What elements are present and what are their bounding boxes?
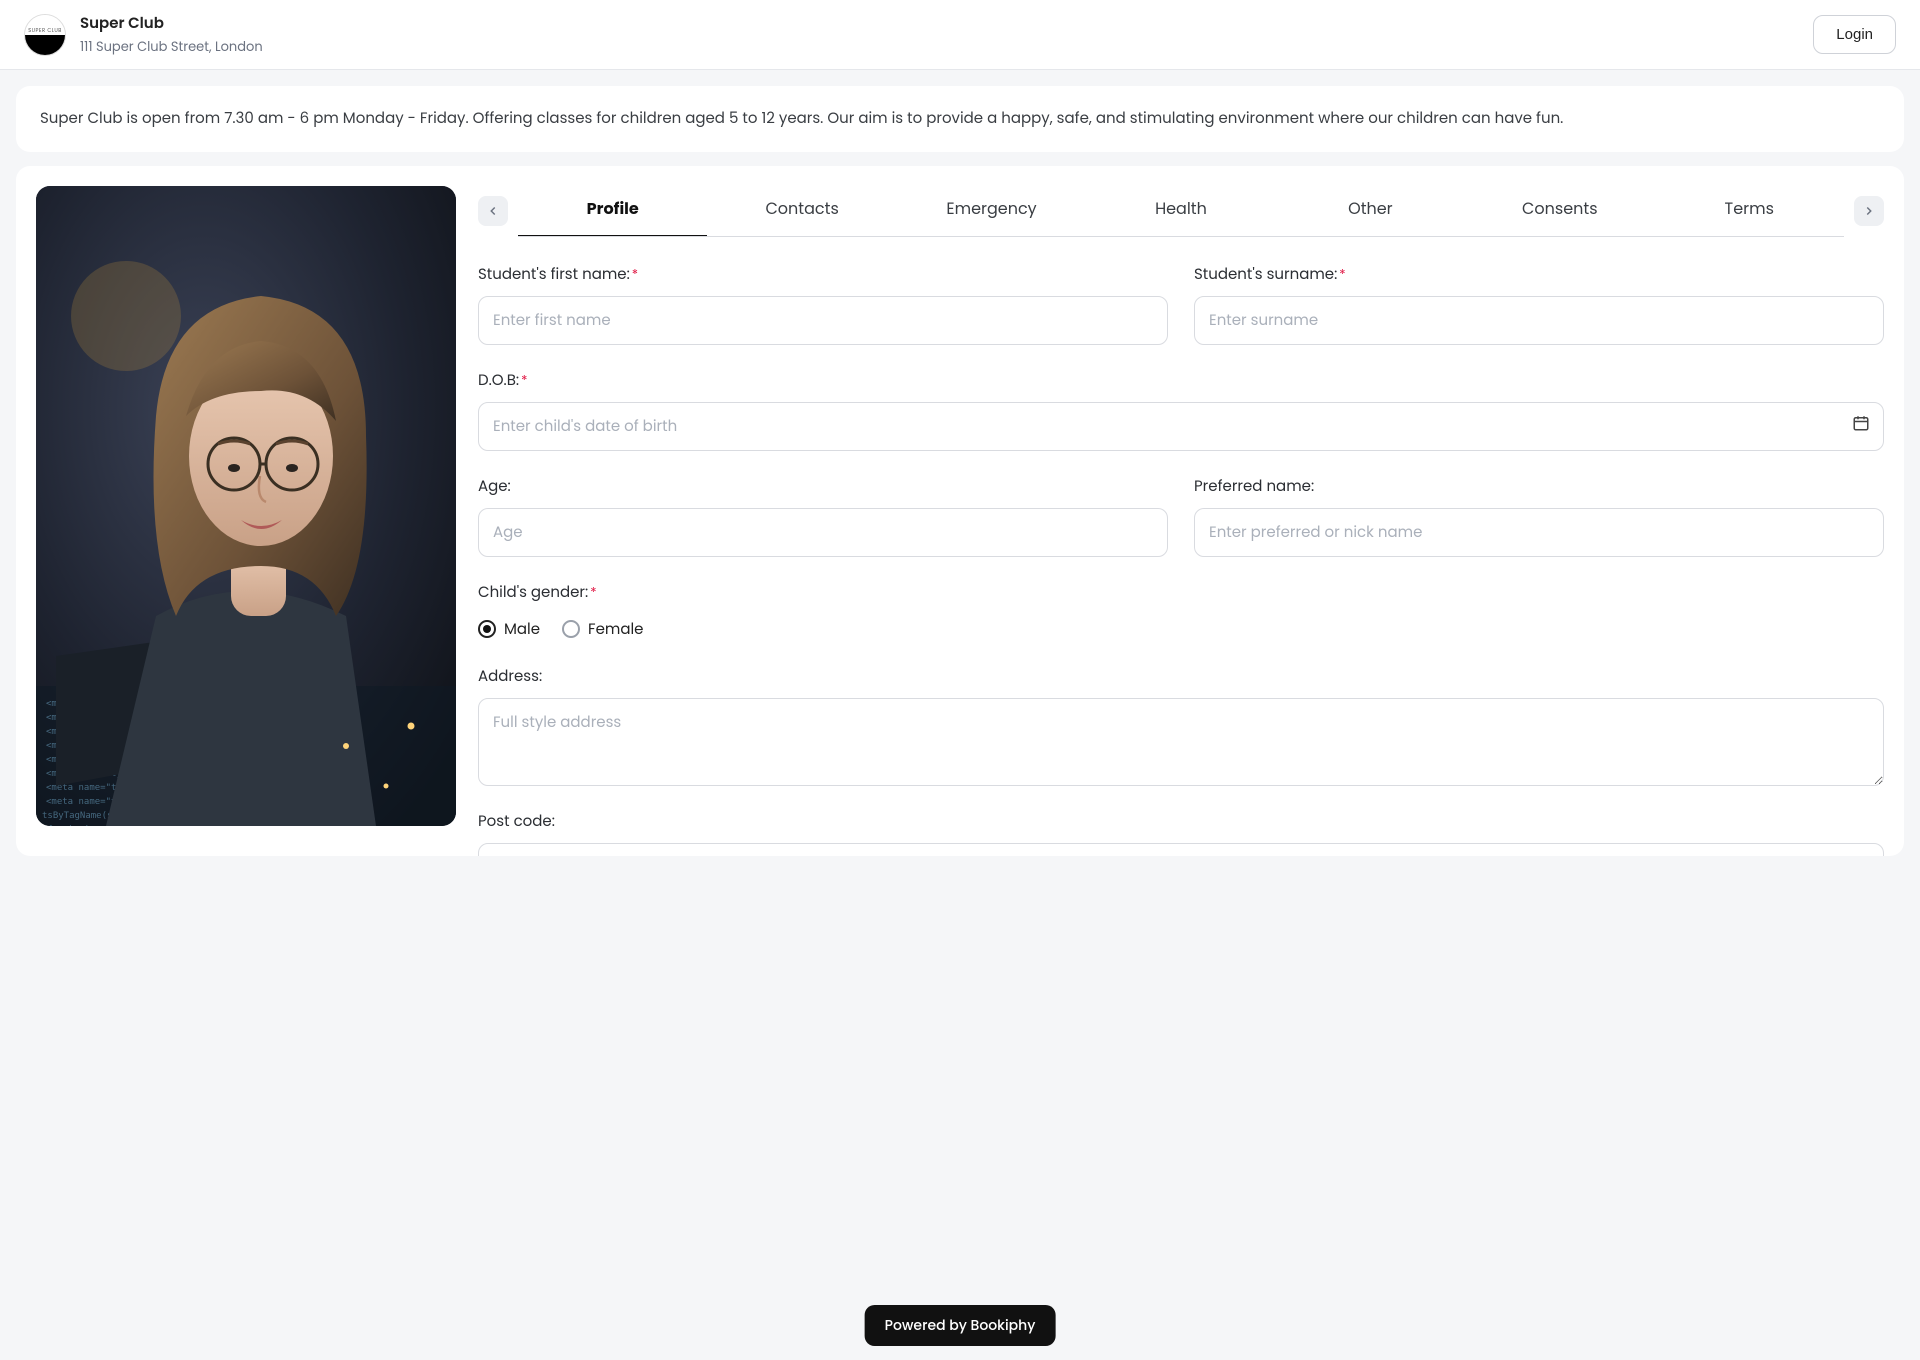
dob-input[interactable] — [478, 402, 1884, 451]
tabs-next-button[interactable] — [1854, 196, 1884, 226]
tab-consents[interactable]: Consents — [1465, 186, 1654, 236]
calendar-icon[interactable] — [1852, 414, 1870, 438]
tabs-wrap: Profile Contacts Emergency Health Other … — [478, 186, 1884, 237]
radio-male-label: Male — [504, 618, 540, 641]
student-photo: <meta property="fb:pages" content="49779… — [36, 186, 456, 826]
app-header: SUPER CLUB Super Club 111 Super Club Str… — [0, 0, 1920, 70]
required-mark: * — [632, 265, 638, 284]
tab-health[interactable]: Health — [1086, 186, 1275, 236]
label-preferred: Preferred name: — [1194, 475, 1884, 498]
tab-terms[interactable]: Terms — [1655, 186, 1844, 236]
postcode-input[interactable] — [478, 843, 1884, 856]
radio-female[interactable]: Female — [562, 618, 643, 641]
main-card: <meta property="fb:pages" content="49779… — [16, 166, 1904, 856]
field-surname: Student's surname:* — [1194, 263, 1884, 345]
form-area: Profile Contacts Emergency Health Other … — [478, 186, 1884, 836]
brand-logo: SUPER CLUB — [24, 14, 66, 56]
tab-profile[interactable]: Profile — [518, 186, 707, 237]
radio-male[interactable]: Male — [478, 618, 540, 641]
tab-contacts[interactable]: Contacts — [707, 186, 896, 236]
label-age: Age: — [478, 475, 1168, 498]
label-address: Address: — [478, 665, 1884, 688]
tab-other[interactable]: Other — [1276, 186, 1465, 236]
surname-input[interactable] — [1194, 296, 1884, 345]
info-text: Super Club is open from 7.30 am - 6 pm M… — [40, 108, 1563, 129]
age-input[interactable] — [478, 508, 1168, 557]
login-button[interactable]: Login — [1813, 15, 1896, 54]
chevron-left-icon — [486, 204, 500, 218]
brand-title: Super Club — [80, 12, 263, 35]
label-first-name: Student's first name:* — [478, 263, 1168, 286]
address-input[interactable] — [478, 698, 1884, 786]
label-gender: Child's gender:* — [478, 581, 1884, 604]
label-surname: Student's surname:* — [1194, 263, 1884, 286]
tabs-prev-button[interactable] — [478, 196, 508, 226]
field-postcode: Post code: — [478, 810, 1884, 856]
required-mark: * — [521, 371, 527, 390]
info-card: Super Club is open from 7.30 am - 6 pm M… — [16, 86, 1904, 152]
brand: SUPER CLUB Super Club 111 Super Club Str… — [24, 12, 263, 57]
tab-emergency[interactable]: Emergency — [897, 186, 1086, 236]
field-gender: Child's gender:* Male Female — [478, 581, 1884, 641]
radio-female-label: Female — [588, 618, 643, 641]
label-dob: D.O.B:* — [478, 369, 1884, 392]
profile-form: Student's first name:* Student's surname… — [478, 263, 1884, 856]
field-first-name: Student's first name:* — [478, 263, 1168, 345]
field-address: Address: — [478, 665, 1884, 786]
required-mark: * — [590, 583, 596, 602]
field-preferred: Preferred name: — [1194, 475, 1884, 557]
chevron-right-icon — [1862, 204, 1876, 218]
logo-text: SUPER CLUB — [25, 15, 65, 35]
powered-by-badge[interactable]: Powered by Bookiphy — [865, 1305, 1056, 1346]
brand-address: 111 Super Club Street, London — [80, 37, 263, 57]
required-mark: * — [1339, 265, 1345, 284]
first-name-input[interactable] — [478, 296, 1168, 345]
tabs: Profile Contacts Emergency Health Other … — [518, 186, 1844, 237]
label-postcode: Post code: — [478, 810, 1884, 833]
preferred-name-input[interactable] — [1194, 508, 1884, 557]
field-dob: D.O.B:* — [478, 369, 1884, 451]
brand-text: Super Club 111 Super Club Street, London — [80, 12, 263, 57]
field-age: Age: — [478, 475, 1168, 557]
